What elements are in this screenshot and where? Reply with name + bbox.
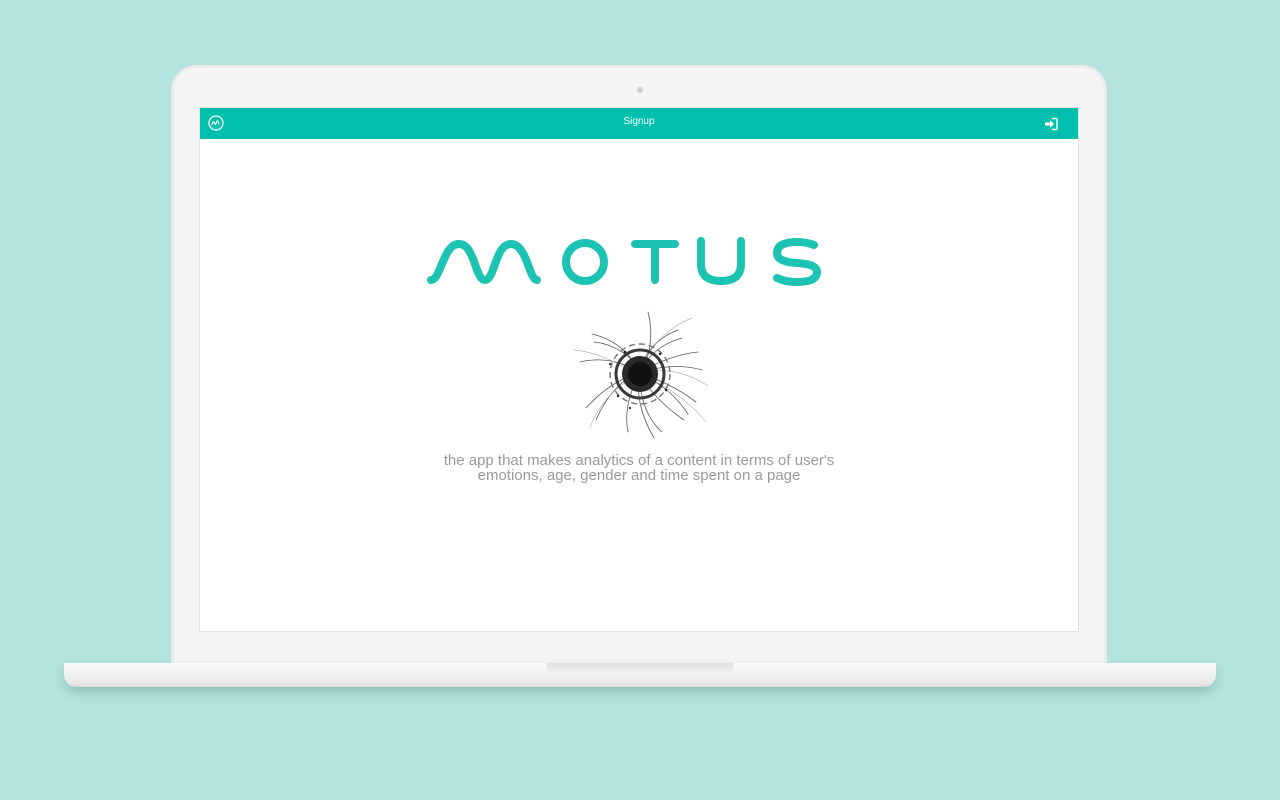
laptop-lid: Signup MOTUS (172, 66, 1106, 670)
swirl-illustration (573, 311, 709, 439)
laptop-screen: Signup MOTUS (200, 108, 1078, 631)
laptop-camera (637, 87, 643, 93)
laptop-base (64, 663, 1216, 687)
tagline: the app that makes analytics of a conten… (390, 453, 888, 483)
tagline-line-1: the app that makes analytics of a conten… (443, 452, 835, 469)
wordmark-graphic (427, 237, 821, 286)
tagline-line-2: emotions, age, gender and time spent on … (477, 467, 801, 484)
motus-wordmark: MOTUS (425, 226, 855, 298)
sign-in-icon[interactable] (1044, 117, 1058, 131)
laptop-notch (546, 663, 734, 675)
signup-link[interactable]: Signup (200, 116, 1078, 127)
app-bar: Signup (200, 108, 1078, 139)
